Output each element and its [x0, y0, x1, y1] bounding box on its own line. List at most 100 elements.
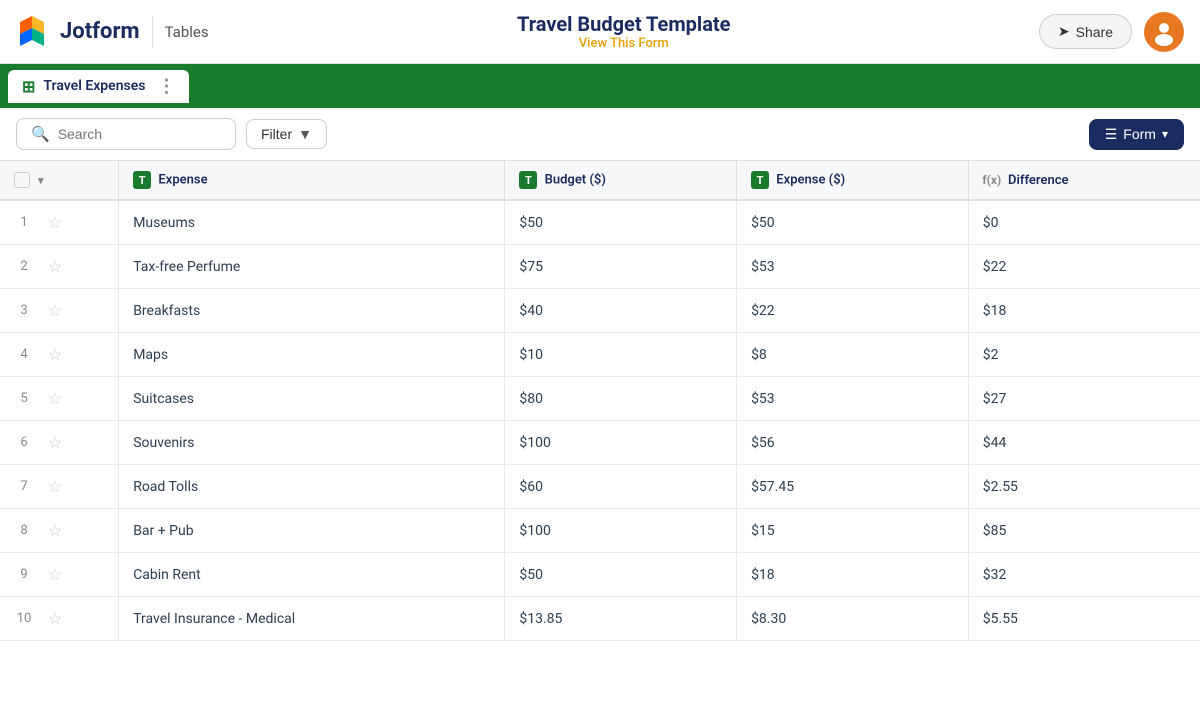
row-check-cell: 5 ☆: [0, 377, 119, 421]
row-number: 9: [14, 567, 34, 582]
cell-budget: $80: [505, 377, 737, 421]
search-icon: 🔍: [31, 125, 50, 143]
row-check-cell: 3 ☆: [0, 289, 119, 333]
star-icon[interactable]: ☆: [48, 477, 62, 496]
row-check-cell: 9 ☆: [0, 553, 119, 597]
cell-expense: Breakfasts: [119, 289, 505, 333]
table-body: 1 ☆ Museums $50 $50 $0 2 ☆ Tax-free Perf…: [0, 200, 1200, 641]
cell-expense-val: $53: [737, 245, 969, 289]
share-button[interactable]: ➤ Share: [1039, 14, 1132, 49]
cell-expense-val: $56: [737, 421, 969, 465]
cell-difference: $0: [968, 200, 1200, 245]
form-icon: ☰: [1105, 126, 1118, 143]
star-icon[interactable]: ☆: [48, 565, 62, 584]
table-row: 5 ☆ Suitcases $80 $53 $27: [0, 377, 1200, 421]
view-form-link[interactable]: View This Form: [517, 36, 730, 51]
header-chevron-icon[interactable]: ▾: [38, 174, 44, 187]
table-row: 7 ☆ Road Tolls $60 $57.45 $2.55: [0, 465, 1200, 509]
row-number: 8: [14, 523, 34, 538]
cell-budget: $100: [505, 421, 737, 465]
header-center: Travel Budget Template View This Form: [517, 12, 730, 51]
page-title: Travel Budget Template: [517, 12, 730, 36]
table-row: 4 ☆ Maps $10 $8 $2: [0, 333, 1200, 377]
cell-budget: $50: [505, 200, 737, 245]
row-number: 4: [14, 347, 34, 362]
cell-expense-val: $53: [737, 377, 969, 421]
row-check-cell: 6 ☆: [0, 421, 119, 465]
row-check-cell: 4 ☆: [0, 333, 119, 377]
share-label: Share: [1076, 24, 1113, 40]
cell-expense: Maps: [119, 333, 505, 377]
cell-expense: Souvenirs: [119, 421, 505, 465]
cell-expense: Cabin Rent: [119, 553, 505, 597]
filter-button[interactable]: Filter ▼: [246, 119, 327, 149]
header-checkbox[interactable]: [14, 172, 30, 188]
cell-difference: $2: [968, 333, 1200, 377]
star-icon[interactable]: ☆: [48, 345, 62, 364]
form-button[interactable]: ☰ Form ▾: [1089, 119, 1184, 150]
form-label: Form: [1123, 126, 1156, 142]
row-check-cell: 1 ☆: [0, 200, 119, 245]
logo-text: Jotform: [60, 19, 140, 44]
star-icon[interactable]: ☆: [48, 301, 62, 320]
toolbar-left: 🔍 Filter ▼: [16, 118, 327, 150]
table-row: 8 ☆ Bar + Pub $100 $15 $85: [0, 509, 1200, 553]
filter-icon: ▼: [298, 126, 312, 142]
cell-difference: $44: [968, 421, 1200, 465]
cell-budget: $10: [505, 333, 737, 377]
table-header-row: ▾ T Expense T Budget ($) T Expense ($) f…: [0, 161, 1200, 200]
search-input[interactable]: [58, 126, 221, 142]
star-icon[interactable]: ☆: [48, 433, 62, 452]
star-icon[interactable]: ☆: [48, 389, 62, 408]
expense-val-type-icon: T: [751, 171, 769, 189]
form-caret-icon: ▾: [1162, 127, 1168, 141]
cell-expense-val: $50: [737, 200, 969, 245]
cell-budget: $50: [505, 553, 737, 597]
cell-expense: Road Tolls: [119, 465, 505, 509]
star-icon[interactable]: ☆: [48, 609, 62, 628]
jotform-logo-icon: [16, 14, 52, 50]
table-row: 3 ☆ Breakfasts $40 $22 $18: [0, 289, 1200, 333]
tab-bar: ⊞ Travel Expenses ⋮: [0, 64, 1200, 108]
row-check-cell: 7 ☆: [0, 465, 119, 509]
cell-expense-val: $8.30: [737, 597, 969, 641]
avatar[interactable]: [1144, 12, 1184, 52]
toolbar: 🔍 Filter ▼ ☰ Form ▾: [0, 108, 1200, 161]
header: Jotform Tables Travel Budget Template Vi…: [0, 0, 1200, 64]
search-box: 🔍: [16, 118, 236, 150]
cell-difference: $2.55: [968, 465, 1200, 509]
cell-difference: $18: [968, 289, 1200, 333]
th-checkbox: ▾: [0, 161, 119, 200]
cell-budget: $40: [505, 289, 737, 333]
cell-budget: $75: [505, 245, 737, 289]
row-number: 2: [14, 259, 34, 274]
row-number: 6: [14, 435, 34, 450]
row-number: 10: [14, 611, 34, 626]
data-table: ▾ T Expense T Budget ($) T Expense ($) f…: [0, 161, 1200, 641]
th-expense-val-label: Expense ($): [776, 173, 845, 188]
star-icon[interactable]: ☆: [48, 257, 62, 276]
table-row: 6 ☆ Souvenirs $100 $56 $44: [0, 421, 1200, 465]
budget-type-icon: T: [519, 171, 537, 189]
row-check-cell: 2 ☆: [0, 245, 119, 289]
row-check-cell: 10 ☆: [0, 597, 119, 641]
row-check-cell: 8 ☆: [0, 509, 119, 553]
table-row: 2 ☆ Tax-free Perfume $75 $53 $22: [0, 245, 1200, 289]
cell-expense-val: $8: [737, 333, 969, 377]
difference-type-icon: f(x): [983, 171, 1001, 189]
cell-difference: $22: [968, 245, 1200, 289]
grid-icon: ⊞: [22, 77, 35, 96]
tab-travel-expenses[interactable]: ⊞ Travel Expenses ⋮: [8, 70, 189, 103]
th-budget: T Budget ($): [505, 161, 737, 200]
cell-difference: $5.55: [968, 597, 1200, 641]
cell-difference: $32: [968, 553, 1200, 597]
th-expense: T Expense: [119, 161, 505, 200]
cell-budget: $13.85: [505, 597, 737, 641]
tab-options-icon[interactable]: ⋮: [157, 76, 175, 97]
star-icon[interactable]: ☆: [48, 521, 62, 540]
table-row: 10 ☆ Travel Insurance - Medical $13.85 $…: [0, 597, 1200, 641]
cell-difference: $27: [968, 377, 1200, 421]
tab-label: Travel Expenses: [43, 78, 145, 94]
cell-expense: Museums: [119, 200, 505, 245]
star-icon[interactable]: ☆: [48, 213, 62, 232]
